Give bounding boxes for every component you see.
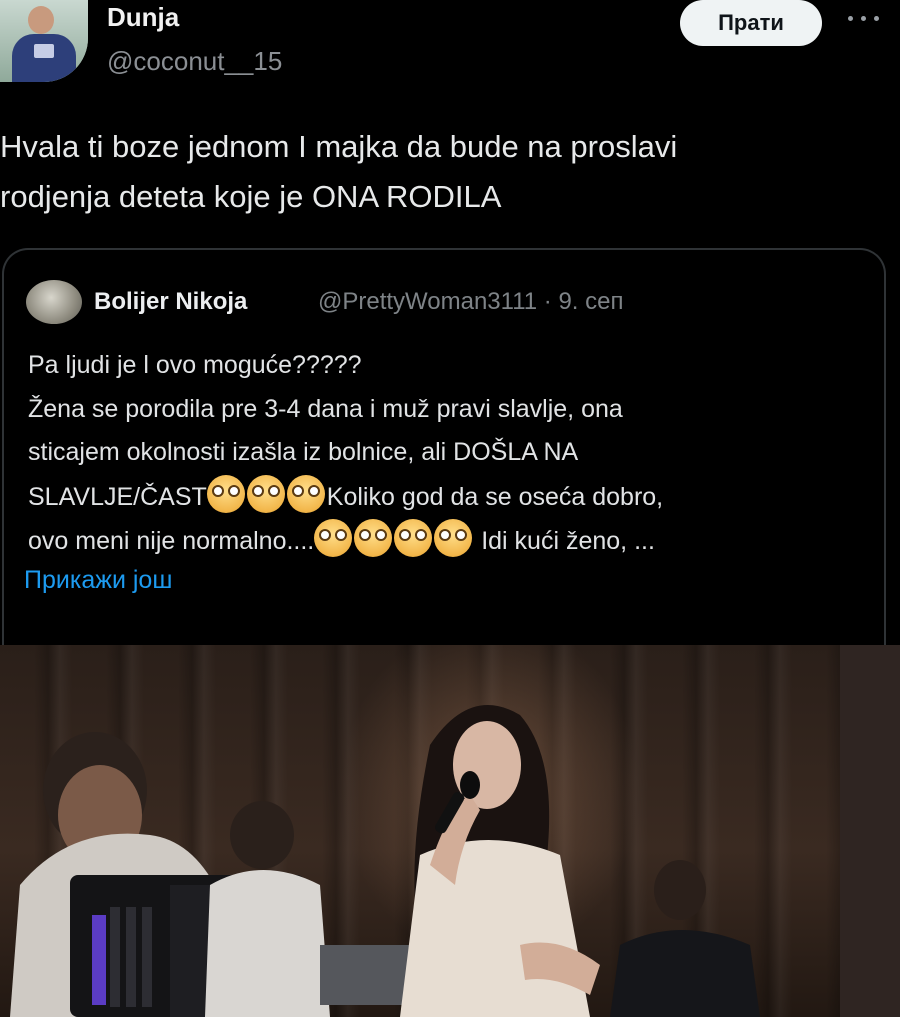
flushed-face-emoji	[394, 519, 433, 557]
flushed-face-emoji	[206, 474, 245, 513]
flushed-face-emoji	[354, 519, 393, 557]
follow-button[interactable]: Прати	[680, 0, 822, 46]
quoted-line-text: Idi kući ženo, ...	[474, 527, 655, 555]
avatar-jersey	[12, 34, 76, 82]
quoted-line: ovo meni nije normalno.... Idi kući ženo…	[28, 519, 878, 564]
quoted-line-text: Koliko god da se oseća dobro,	[326, 482, 664, 511]
tweet-line: rodjenja deteta koje je ONA RODILA	[0, 179, 502, 214]
author-name[interactable]: Dunja	[107, 2, 179, 33]
tweet-text: Hvala ti boze jednom I majka da bude na …	[0, 122, 890, 222]
quoted-line-text: ovo meni nije normalno....	[28, 527, 315, 555]
flushed-face-emoji	[286, 474, 325, 513]
quoted-author-handle-time: @PrettyWoman3111 · 9. сеп	[318, 288, 624, 315]
tweet-line: Hvala ti boze jednom I majka da bude na …	[0, 129, 678, 164]
more-horizontal-icon[interactable]	[844, 10, 884, 28]
quoted-line-text: SLAVLJE/ČAST	[28, 482, 207, 511]
flushed-face-emoji	[314, 519, 353, 557]
quoted-line: sticajem okolnosti izašla iz bolnice, al…	[28, 438, 579, 466]
flushed-face-emoji	[434, 519, 473, 557]
show-more-link[interactable]: Прикажи још	[24, 566, 172, 595]
quoted-tweet[interactable]: Bolijer Nikoja @PrettyWoman3111 · 9. сеп…	[2, 248, 886, 670]
party-scene-graphic	[10, 645, 900, 1017]
quoted-line: Žena se porodila pre 3-4 dana i muž prav…	[28, 394, 623, 423]
quoted-author-name[interactable]: Bolijer Nikoja	[94, 288, 247, 316]
quoted-line: Pa ljudi je l ovo moguće?????	[28, 351, 362, 379]
flushed-face-emoji	[246, 474, 285, 513]
quoted-author-avatar[interactable]	[26, 280, 82, 324]
avatar-face	[28, 6, 54, 34]
author-handle[interactable]: @coconut__15	[107, 46, 282, 77]
quoted-tweet-text: Pa ljudi je l ovo moguće????? Žena se po…	[28, 344, 878, 564]
tweet-media-image[interactable]	[0, 645, 900, 1017]
author-avatar[interactable]	[0, 0, 88, 82]
quoted-line: SLAVLJE/ČAST Koliko god da se oseća dobro…	[28, 474, 878, 520]
